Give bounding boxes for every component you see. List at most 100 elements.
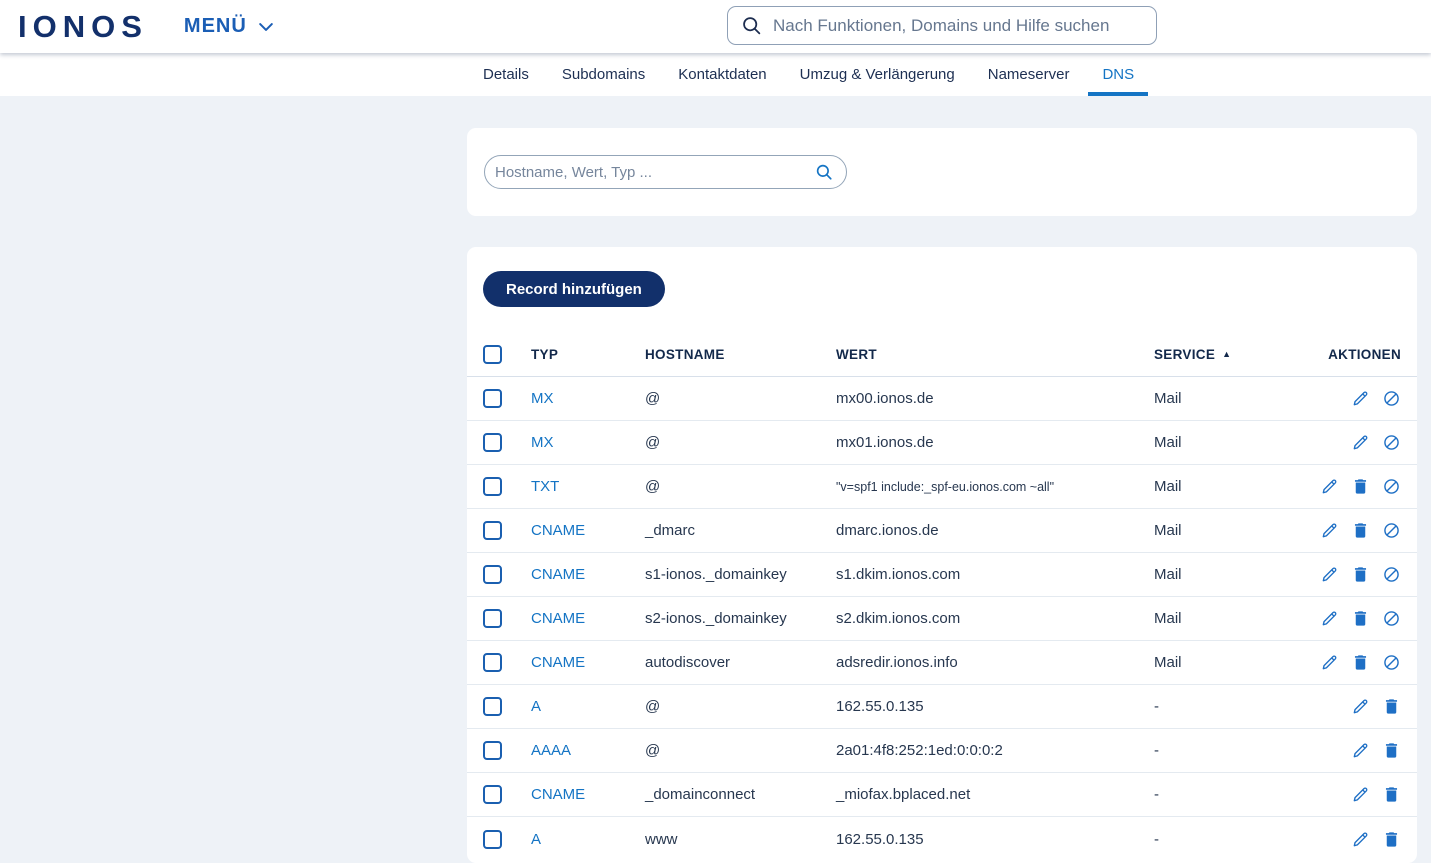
record-actions [1320,741,1401,760]
record-hostname: @ [645,698,661,715]
delete-icon[interactable] [1351,477,1370,496]
chevron-down-icon [258,22,273,31]
record-hostname: _dmarc [645,522,696,539]
column-header-wert[interactable]: WERT [836,347,1154,362]
record-hostname: @ [645,478,661,495]
row-checkbox[interactable] [483,521,502,540]
table-header-row: TYP HOSTNAME WERT SERVICE ▲ AKTIONEN [467,332,1417,377]
record-filter-input[interactable] [495,163,815,181]
row-checkbox[interactable] [483,829,502,849]
record-value: adsredir.ionos.info [836,654,958,671]
record-type[interactable]: MX [531,434,645,451]
edit-icon[interactable] [1351,389,1370,408]
delete-icon[interactable] [1382,785,1401,804]
delete-icon[interactable] [1382,741,1401,760]
row-checkbox[interactable] [483,565,502,584]
edit-icon[interactable] [1320,609,1339,628]
delete-icon[interactable] [1351,609,1370,628]
record-type[interactable]: CNAME [531,566,645,583]
table-row: AAAA @ 2a01:4f8:252:1ed:0:0:0:2 - [467,729,1417,773]
menu-label: MENÜ [183,15,247,37]
record-type[interactable]: CNAME [531,610,645,627]
delete-icon[interactable] [1382,697,1401,716]
column-header-hostname[interactable]: HOSTNAME [645,347,836,362]
disable-icon[interactable] [1382,521,1401,540]
table-row: TXT @ "v=spf1 include:_spf-eu.ionos.com … [467,465,1417,509]
record-hostname: @ [645,390,661,407]
record-type[interactable]: A [531,698,645,715]
record-hostname: @ [645,742,661,759]
record-type[interactable]: MX [531,390,645,407]
record-actions [1320,521,1401,540]
column-header-service[interactable]: SERVICE ▲ [1154,347,1320,362]
row-checkbox[interactable] [483,433,502,452]
disable-icon[interactable] [1382,653,1401,672]
delete-icon[interactable] [1351,653,1370,672]
record-hostname: s1-ionos._domainkey [645,566,787,583]
tab-subdomains[interactable]: Subdomains [562,53,645,96]
delete-icon[interactable] [1351,565,1370,584]
table-row: A @ 162.55.0.135 - [467,685,1417,729]
record-type[interactable]: CNAME [531,654,645,671]
edit-icon[interactable] [1320,653,1339,672]
row-checkbox[interactable] [483,477,502,496]
delete-icon[interactable] [1351,521,1370,540]
edit-icon[interactable] [1320,521,1339,540]
dns-records-table: TYP HOSTNAME WERT SERVICE ▲ AKTIONEN MX @… [467,332,1417,861]
tab-nameserver[interactable]: Nameserver [988,53,1070,96]
table-row: CNAME s2-ionos._domainkey s2.dkim.ionos.… [467,597,1417,641]
edit-icon[interactable] [1351,741,1370,760]
record-value: mx01.ionos.de [836,434,934,451]
record-hostname: s2-ionos._domainkey [645,610,787,627]
record-service: Mail [1154,610,1182,627]
record-actions [1320,653,1401,672]
tab-details[interactable]: Details [483,53,529,96]
table-body: MX @ mx00.ionos.de Mail MX @ mx01.ionos.… [467,377,1417,861]
tab-umzug-verl-ngerung[interactable]: Umzug & Verlängerung [800,53,955,96]
edit-icon[interactable] [1351,697,1370,716]
record-type[interactable]: CNAME [531,522,645,539]
row-checkbox[interactable] [483,697,502,716]
record-value: 162.55.0.135 [836,830,924,848]
record-type[interactable]: CNAME [531,786,645,803]
table-row: MX @ mx00.ionos.de Mail [467,377,1417,421]
record-actions [1320,433,1401,452]
record-value: 2a01:4f8:252:1ed:0:0:0:2 [836,742,1003,759]
delete-icon[interactable] [1382,830,1401,849]
record-service: Mail [1154,478,1182,495]
edit-icon[interactable] [1351,830,1370,849]
record-hostname: autodiscover [645,654,731,671]
tab-dns[interactable]: DNS [1088,53,1148,96]
record-type[interactable]: TXT [531,478,645,495]
disable-icon[interactable] [1382,389,1401,408]
row-checkbox[interactable] [483,609,502,628]
row-checkbox[interactable] [483,785,502,804]
record-service: - [1154,698,1159,715]
row-checkbox[interactable] [483,389,502,408]
record-actions [1320,565,1401,584]
record-type[interactable]: AAAA [531,742,645,759]
menu-button[interactable]: MENÜ [184,15,276,38]
disable-icon[interactable] [1382,565,1401,584]
global-search-input[interactable] [773,15,1144,36]
disable-icon[interactable] [1382,477,1401,496]
row-checkbox[interactable] [483,741,502,760]
search-icon [743,17,761,35]
edit-icon[interactable] [1320,565,1339,584]
select-all-checkbox[interactable] [483,344,502,364]
edit-icon[interactable] [1351,433,1370,452]
filter-search-icon[interactable] [815,163,833,181]
edit-icon[interactable] [1320,477,1339,496]
record-filter-card [467,128,1417,216]
add-record-button[interactable]: Record hinzufügen [483,271,665,307]
disable-icon[interactable] [1382,433,1401,452]
table-row: CNAME _dmarc dmarc.ionos.de Mail [467,509,1417,553]
disable-icon[interactable] [1382,609,1401,628]
tab-kontaktdaten[interactable]: Kontaktdaten [678,53,766,96]
column-header-typ[interactable]: TYP [531,347,645,362]
row-checkbox[interactable] [483,653,502,672]
ionos-logo[interactable]: IONOS [18,11,148,42]
table-row: MX @ mx01.ionos.de Mail [467,421,1417,465]
edit-icon[interactable] [1351,785,1370,804]
record-type[interactable]: A [531,831,645,848]
